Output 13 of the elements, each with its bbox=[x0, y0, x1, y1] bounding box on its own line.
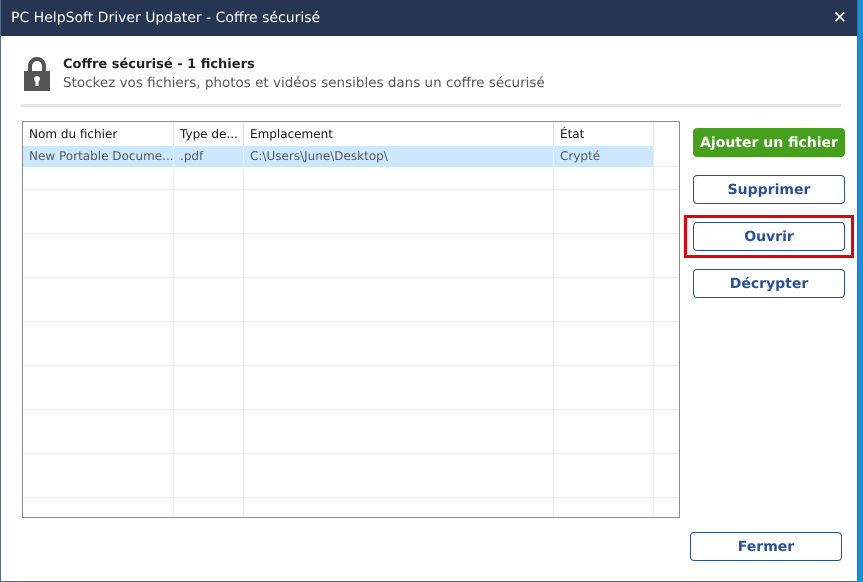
table-cell: .pdf bbox=[174, 146, 244, 167]
window-title: PC HelpSoft Driver Updater - Coffre sécurisé bbox=[11, 10, 320, 26]
padlock-icon bbox=[23, 56, 51, 92]
vault-description: Stockez vos fichiers, photos et vidéos sensibles dans un coffre sécurisé bbox=[63, 75, 545, 91]
table-cell: Crypté bbox=[554, 146, 654, 167]
vault-title: Coffre sécurisé - 1 fichiers bbox=[63, 57, 256, 72]
action-button[interactable]: Ouvrir bbox=[693, 222, 845, 251]
action-button[interactable]: Supprimer bbox=[693, 175, 845, 204]
close-dialog-button[interactable]: Fermer bbox=[690, 532, 842, 561]
table-cell: C:\Users\June\Desktop\ bbox=[244, 146, 554, 167]
action-button[interactable]: Décrypter bbox=[693, 269, 845, 298]
table-cell: New Portable Docume... bbox=[23, 146, 174, 167]
close-button[interactable]: ✕ bbox=[828, 8, 851, 28]
